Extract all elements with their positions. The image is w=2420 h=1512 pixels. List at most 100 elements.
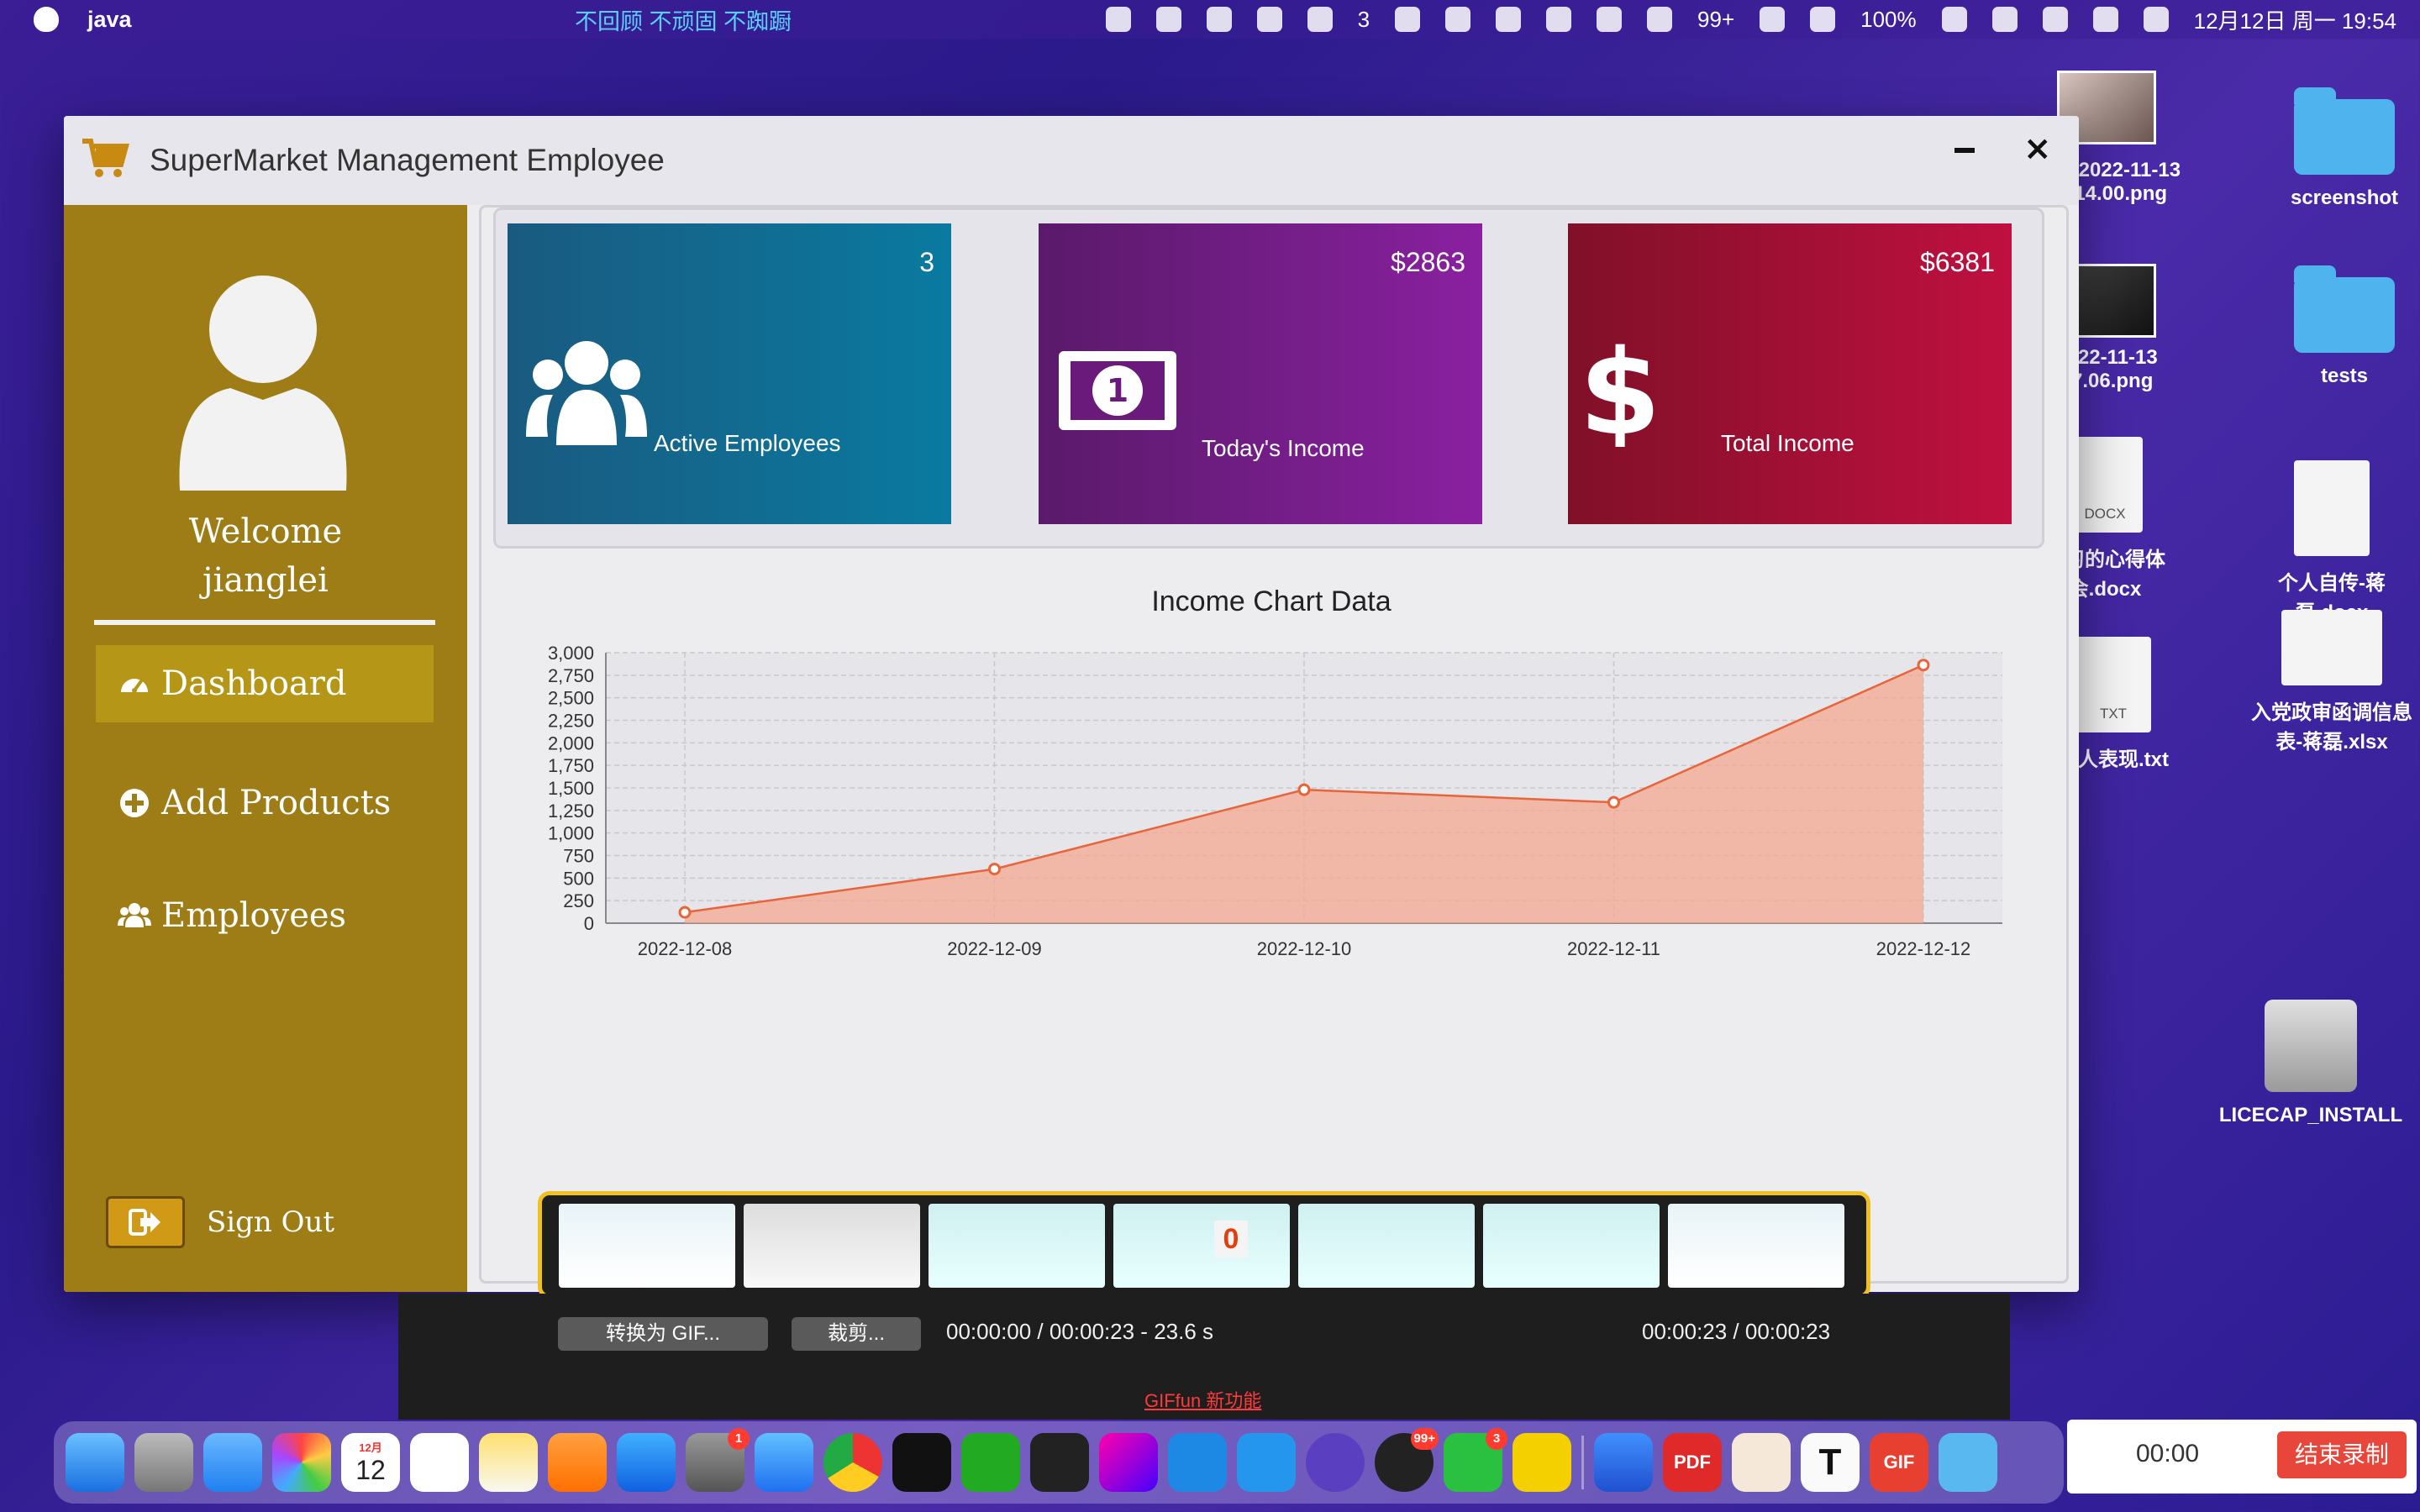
launchpad-icon[interactable]: [134, 1433, 193, 1492]
tray-cloud-icon[interactable]: [1206, 7, 1232, 32]
bluetooth-icon[interactable]: [1546, 7, 1572, 32]
play-icon[interactable]: [1597, 7, 1623, 32]
system-settings-icon[interactable]: 1: [686, 1428, 750, 1492]
tray-app-icon[interactable]: [1105, 7, 1131, 32]
card-value: 3: [919, 247, 934, 277]
intellij-icon[interactable]: [1099, 1433, 1158, 1492]
qq-icon[interactable]: 99+: [1375, 1428, 1439, 1492]
desktop-file-autobiography[interactable]: 个人自传-蒋磊.docx: [2244, 460, 2420, 625]
desktop-folder-screenshot[interactable]: screenshot: [2260, 87, 2420, 210]
music-app-icon[interactable]: [1512, 1433, 1571, 1492]
user-avatar-icon: [179, 276, 347, 491]
pages-icon[interactable]: [548, 1433, 607, 1492]
wechat-count: 3: [1357, 6, 1370, 32]
pycharm-icon[interactable]: [961, 1433, 1020, 1492]
card-total-income: $6381 $ Total Income: [1568, 223, 2012, 524]
chart-svg: 02505007501,0001,2501,5001,7502,0002,250…: [548, 643, 2002, 959]
mail-icon[interactable]: [203, 1433, 262, 1492]
drive-icon: [2265, 1000, 2357, 1092]
tray-move-icon[interactable]: [1256, 7, 1282, 32]
timeline-frame[interactable]: [1483, 1204, 1660, 1288]
convert-gif-button[interactable]: 转换为 GIF...: [558, 1317, 768, 1351]
stop-recording-button[interactable]: 结束录制: [2277, 1431, 2407, 1478]
gif-app-icon[interactable]: GIF: [1870, 1433, 1928, 1492]
grid-icon[interactable]: [1395, 7, 1421, 32]
screen-recorder-widget: 00:00 结束录制: [2067, 1420, 2417, 1494]
terminal-icon[interactable]: [892, 1433, 951, 1492]
notes-icon[interactable]: [479, 1433, 538, 1492]
sign-out[interactable]: Sign Out: [106, 1196, 334, 1248]
s-app-icon[interactable]: [1810, 7, 1836, 32]
menu-motto[interactable]: 不回顾 不顽固 不踟蹰: [575, 3, 792, 36]
wifi-icon[interactable]: [1991, 7, 2018, 32]
desktop-drive-licecap[interactable]: LICECAP_INSTALL: [2210, 1000, 2412, 1127]
control-center-icon[interactable]: [2092, 7, 2118, 32]
moon-icon[interactable]: [1760, 7, 1786, 32]
timeline-frame[interactable]: [1298, 1204, 1475, 1288]
menu-app-name[interactable]: java: [87, 7, 132, 33]
window-titlebar[interactable]: SuperMarket Management Employee ×: [64, 116, 2079, 205]
time-left: 00:00:00 / 00:00:23 - 23.6 s: [946, 1319, 1214, 1344]
y-tick-label: 0: [584, 913, 594, 934]
safari-icon[interactable]: [755, 1433, 813, 1492]
finder-icon[interactable]: [66, 1433, 124, 1492]
sidebar-item-dashboard[interactable]: Dashboard: [96, 645, 434, 722]
x-tick-label: 2022-12-08: [638, 938, 733, 959]
crop-button[interactable]: 裁剪...: [792, 1317, 921, 1351]
timeline-frame[interactable]: [1113, 1204, 1290, 1288]
apple-icon[interactable]: [34, 7, 59, 32]
app-store-icon[interactable]: [617, 1433, 676, 1492]
desktop-folder-tests[interactable]: tests: [2260, 265, 2420, 388]
sidebar-item-employees[interactable]: Employees: [96, 877, 434, 954]
timeline-frame[interactable]: [1668, 1204, 1844, 1288]
shopping-cart-icon: [82, 139, 129, 177]
vscode-icon[interactable]: [1168, 1433, 1227, 1492]
data-point: [1297, 783, 1311, 796]
chrome-icon[interactable]: [823, 1433, 882, 1492]
txt-file-icon: TXT: [2075, 637, 2151, 732]
datagrip-icon[interactable]: [1030, 1433, 1089, 1492]
wechat-dock-icon[interactable]: 3: [1444, 1428, 1507, 1492]
search-icon[interactable]: [2042, 7, 2068, 32]
sign-out-label: Sign Out: [207, 1205, 335, 1239]
stamp-app-icon[interactable]: [1732, 1433, 1791, 1492]
calendar-icon[interactable]: 12月 12: [341, 1433, 400, 1492]
card-todays-income: $2863 1 Today's Income: [1039, 223, 1482, 524]
reminders-icon[interactable]: [410, 1433, 469, 1492]
timeline-frame[interactable]: [744, 1204, 920, 1288]
wechat-icon[interactable]: [1307, 7, 1333, 32]
timeline-frame[interactable]: [559, 1204, 735, 1288]
sign-out-button[interactable]: [106, 1196, 185, 1248]
giffun-link[interactable]: GIFfun 新功能: [1144, 1386, 1261, 1413]
spreadsheet-file-icon: [2281, 610, 2382, 685]
d-app-icon[interactable]: [1306, 1433, 1365, 1492]
sidebar-item-add-products[interactable]: Add Products: [96, 764, 434, 842]
timeline-frame[interactable]: [929, 1204, 1105, 1288]
close-button[interactable]: ×: [2023, 129, 2052, 168]
stats-cards-panel: 3 Active Employees $2863 1 Today's Incom…: [493, 207, 2044, 549]
docker-icon[interactable]: [1237, 1433, 1296, 1492]
display-icon[interactable]: [1445, 7, 1471, 32]
desktop-file-xlsx[interactable]: 入党政审函调信息 表-蒋磊.xlsx: [2244, 610, 2420, 754]
gif-timeline-strip[interactable]: 0: [538, 1191, 1870, 1299]
minimize-button[interactable]: [1954, 148, 1975, 153]
sidebar-item-label: Add Products: [161, 784, 392, 822]
dashboard-icon: [121, 677, 148, 693]
clock[interactable]: 12月12日 周一 19:54: [2194, 4, 2396, 35]
text-app-icon[interactable]: T: [1801, 1433, 1860, 1492]
folder-icon: [2294, 87, 2395, 175]
pdf-app-icon[interactable]: PDF: [1663, 1433, 1722, 1492]
bell-icon[interactable]: [1647, 7, 1673, 32]
rocket-icon[interactable]: [1496, 7, 1522, 32]
card-label: Today's Income: [1202, 435, 1365, 461]
sidebar-item-label: Employees: [161, 896, 347, 935]
battery-icon[interactable]: [1941, 7, 1967, 32]
siri-icon[interactable]: [2143, 7, 2169, 32]
sign-out-icon: [129, 1209, 160, 1236]
tray-face-icon[interactable]: [1155, 7, 1181, 32]
rocket-app-icon[interactable]: [1594, 1433, 1653, 1492]
dock-separator: [1581, 1436, 1584, 1489]
downloads-folder-icon[interactable]: [1939, 1433, 1997, 1492]
y-tick-label: 3,000: [548, 643, 594, 664]
photos-icon[interactable]: [272, 1433, 331, 1492]
